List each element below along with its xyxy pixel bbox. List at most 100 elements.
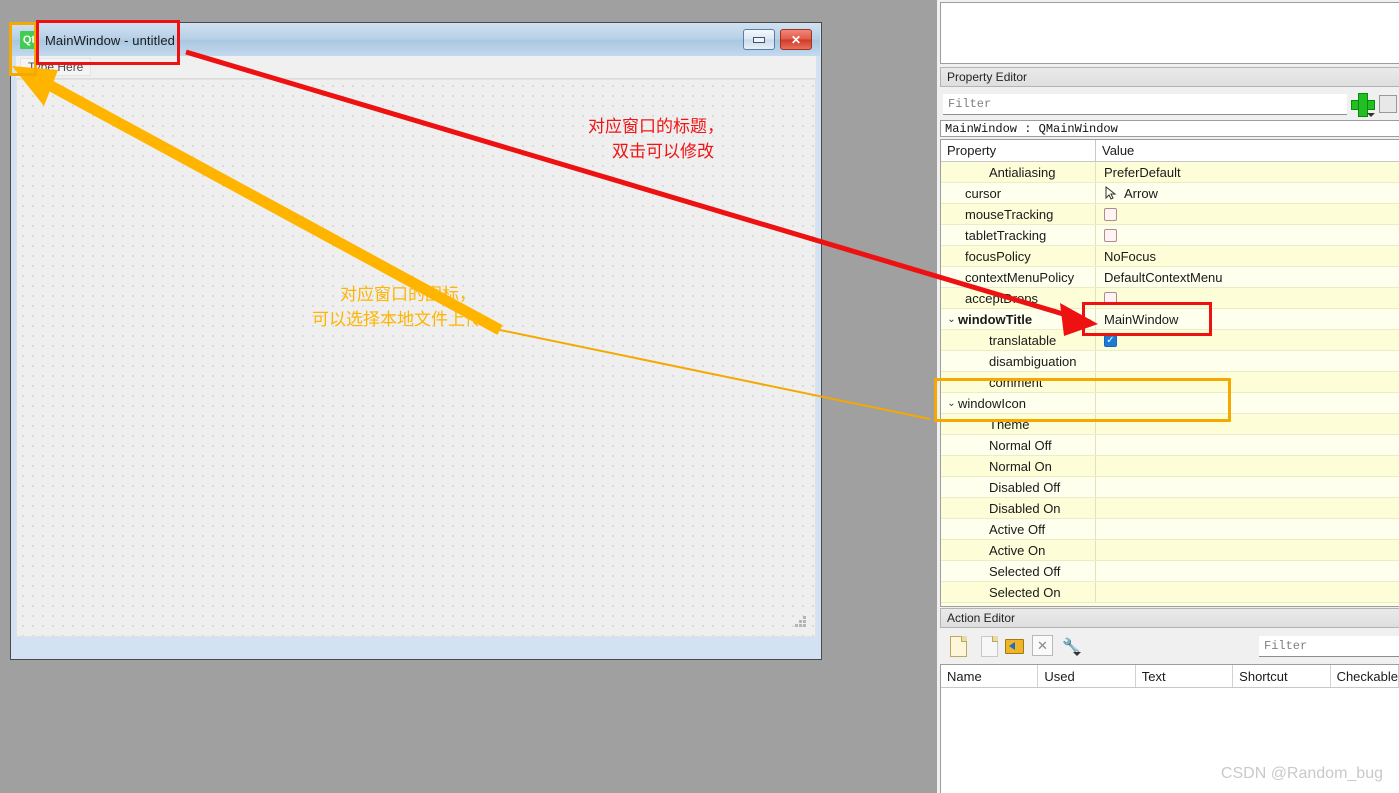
property-name: tabletTracking — [941, 225, 1096, 245]
checkbox-icon[interactable]: ✓ — [1104, 333, 1117, 347]
property-name: ⌄ windowIcon — [941, 393, 1096, 413]
close-button[interactable]: ✕ — [780, 29, 812, 50]
property-value[interactable] — [1096, 540, 1399, 560]
property-name-label: comment — [989, 374, 1043, 390]
chevron-down-icon — [1367, 113, 1375, 117]
configure-wrench-icon[interactable]: 🔧 — [1060, 635, 1081, 657]
property-row[interactable]: Normal Off — [941, 435, 1399, 456]
property-name-label: Active Off — [989, 521, 1046, 537]
object-inspector-panel[interactable] — [940, 2, 1399, 64]
property-value[interactable] — [1096, 225, 1399, 245]
property-name: Disabled On — [941, 498, 1096, 518]
property-row[interactable]: Active Off — [941, 519, 1399, 540]
property-name-label: cursor — [965, 185, 1002, 201]
property-row[interactable]: focusPolicy NoFocus — [941, 246, 1399, 267]
property-row[interactable]: Selected Off — [941, 561, 1399, 582]
property-row[interactable]: translatable ✓ — [941, 330, 1399, 351]
property-name: translatable — [941, 330, 1096, 350]
property-name: focusPolicy — [941, 246, 1096, 266]
property-value[interactable] — [1096, 393, 1399, 413]
property-row[interactable]: comment — [941, 372, 1399, 393]
chevron-down-icon[interactable]: ⌄ — [945, 314, 958, 325]
property-name-label: translatable — [989, 332, 1057, 348]
chevron-down-icon[interactable]: ⌄ — [945, 398, 958, 409]
configure-property-button[interactable] — [1379, 95, 1397, 113]
property-value[interactable]: ✓ — [1096, 330, 1399, 350]
property-value[interactable] — [1096, 582, 1399, 602]
property-name-label: Normal Off — [989, 437, 1052, 453]
checkbox-icon[interactable] — [1104, 291, 1117, 305]
delete-action-icon[interactable]: ✕ — [1032, 635, 1053, 657]
column-header-checkable: Checkable — [1331, 665, 1399, 687]
property-name-label: Normal On — [989, 458, 1052, 474]
menu-type-here[interactable]: Type Here — [20, 58, 92, 76]
property-row[interactable]: cursor Arrow — [941, 183, 1399, 204]
property-row[interactable]: Disabled On — [941, 498, 1399, 519]
checkbox-icon[interactable] — [1104, 228, 1117, 242]
property-value[interactable] — [1096, 351, 1399, 371]
action-table-header: Name Used Text Shortcut Checkable — [941, 665, 1399, 688]
property-name-label: Disabled On — [989, 500, 1061, 516]
copy-action-icon[interactable] — [976, 635, 998, 657]
designer-form-window[interactable]: Qt MainWindow - untitled ✕ Type Here — [10, 22, 822, 660]
property-editor-title: Property Editor — [940, 67, 1399, 87]
property-filter-input[interactable]: Filter — [943, 93, 1347, 115]
property-row[interactable]: Selected On — [941, 582, 1399, 603]
checkbox-icon[interactable] — [1104, 207, 1117, 221]
property-name: cursor — [941, 183, 1096, 203]
property-value-text: Arrow — [1124, 185, 1158, 201]
form-statusbar — [16, 640, 816, 654]
property-name-label: focusPolicy — [965, 248, 1031, 264]
form-titlebar[interactable]: Qt MainWindow - untitled ✕ — [12, 24, 820, 56]
add-property-button[interactable] — [1347, 90, 1377, 118]
property-row[interactable]: Theme — [941, 414, 1399, 435]
property-value[interactable] — [1096, 477, 1399, 497]
property-name-label: Antialiasing — [989, 164, 1056, 180]
property-value[interactable]: PreferDefault — [1096, 162, 1399, 182]
right-dock-area: Property Editor Filter MainWindow : QMai… — [937, 0, 1399, 793]
property-name: contextMenuPolicy — [941, 267, 1096, 287]
property-name-label: Disabled Off — [989, 479, 1061, 495]
property-name: Selected On — [941, 582, 1096, 602]
property-value[interactable] — [1096, 519, 1399, 539]
property-value[interactable] — [1096, 498, 1399, 518]
property-name-label: tabletTracking — [965, 227, 1047, 243]
property-row[interactable]: mouseTracking — [941, 204, 1399, 225]
property-value[interactable]: DefaultContextMenu — [1096, 267, 1399, 287]
property-value[interactable]: MainWindow — [1096, 309, 1399, 329]
property-value[interactable] — [1096, 561, 1399, 581]
property-row[interactable]: Active On — [941, 540, 1399, 561]
property-value[interactable]: NoFocus — [1096, 246, 1399, 266]
arrow-cursor-icon — [1104, 185, 1118, 200]
property-table[interactable]: Property Value Antialiasing PreferDefault… — [940, 139, 1399, 607]
property-row[interactable]: Disabled Off — [941, 477, 1399, 498]
new-action-icon[interactable] — [948, 635, 968, 657]
property-row[interactable]: tabletTracking — [941, 225, 1399, 246]
property-value[interactable]: Arrow — [1096, 183, 1399, 203]
property-value[interactable] — [1096, 288, 1399, 308]
property-value[interactable] — [1096, 435, 1399, 455]
property-row[interactable]: acceptDrops — [941, 288, 1399, 309]
form-central-widget[interactable] — [16, 79, 816, 637]
property-value[interactable] — [1096, 414, 1399, 434]
property-value[interactable] — [1096, 456, 1399, 476]
property-row[interactable]: ⌄ windowTitle MainWindow — [941, 309, 1399, 330]
property-name: disambiguation — [941, 351, 1096, 371]
property-row[interactable]: Normal On — [941, 456, 1399, 477]
property-row[interactable]: disambiguation — [941, 351, 1399, 372]
size-grip-icon[interactable] — [794, 616, 807, 629]
property-row[interactable]: Antialiasing PreferDefault — [941, 162, 1399, 183]
minimize-button[interactable] — [743, 29, 775, 50]
property-name-label: Selected Off — [989, 563, 1061, 579]
property-name: Normal On — [941, 456, 1096, 476]
property-value[interactable] — [1096, 204, 1399, 224]
property-name-label: windowTitle — [958, 311, 1033, 327]
property-value[interactable] — [1096, 372, 1399, 392]
property-name-label: mouseTracking — [965, 206, 1054, 222]
property-table-header: Property Value — [941, 140, 1399, 162]
form-menubar[interactable]: Type Here — [16, 56, 816, 79]
property-row[interactable]: contextMenuPolicy DefaultContextMenu — [941, 267, 1399, 288]
open-folder-icon[interactable] — [1004, 635, 1024, 657]
action-filter-input[interactable]: Filter — [1259, 635, 1399, 657]
property-row[interactable]: ⌄ windowIcon — [941, 393, 1399, 414]
